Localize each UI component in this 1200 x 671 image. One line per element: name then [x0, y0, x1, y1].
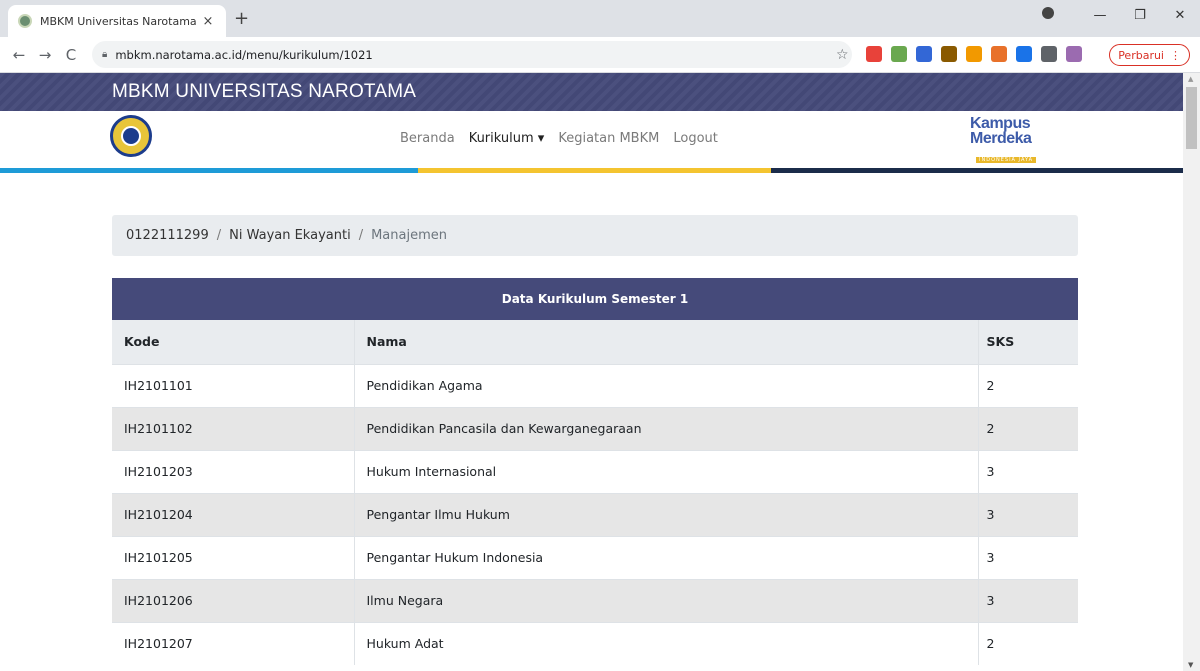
address-bar[interactable]: 🔒︎ mbkm.narotama.ac.id/menu/kurikulum/10… — [92, 41, 852, 68]
update-label: Perbarui — [1118, 48, 1164, 62]
tab-close-icon[interactable]: × — [200, 14, 216, 29]
extension-icon[interactable] — [1041, 46, 1057, 62]
header-sks: SKS — [978, 320, 1078, 365]
cell-nama: Ilmu Negara — [354, 578, 979, 622]
cell-kode: IH2101101 — [112, 363, 355, 407]
cell-nama: Pengantar Hukum Indonesia — [354, 535, 979, 579]
kampus-logo-line3: INDONESIA JAYA — [976, 157, 1037, 163]
cell-kode: IH2101102 — [112, 406, 355, 450]
tab-title: MBKM Universitas Narotama — [40, 14, 197, 28]
cell-nama: Pendidikan Pancasila dan Kewarganegaraan — [354, 406, 979, 450]
nav-logout[interactable]: Logout — [673, 131, 718, 146]
browser-tabbar: MBKM Universitas Narotama × + — ❐ ✕ — [0, 0, 1200, 37]
back-icon[interactable]: ← — [6, 46, 32, 64]
minimize-icon[interactable]: — — [1080, 8, 1120, 23]
curriculum-table: Kode Nama SKS IH2101101 Pendidikan Agama 2… — [112, 320, 1078, 665]
close-window-icon[interactable]: ✕ — [1160, 8, 1200, 23]
kampus-logo-line1: Kampus — [970, 115, 1031, 132]
breadcrumb-name[interactable]: Ni Wayan Ekayanti — [229, 228, 351, 243]
browser-tab[interactable]: MBKM Universitas Narotama × — [8, 5, 226, 37]
url-text: mbkm.narotama.ac.id/menu/kurikulum/1021 — [115, 47, 373, 62]
breadcrumb-separator: / — [216, 228, 222, 243]
page-scrollbar[interactable]: ▲ ▼ — [1183, 73, 1200, 671]
table-row: IH2101203 Hukum Internasional 3 — [112, 449, 1078, 493]
table-row: IH2101101 Pendidikan Agama 2 — [112, 363, 1078, 407]
forward-icon[interactable]: → — [32, 46, 58, 64]
reload-icon[interactable]: C — [58, 46, 84, 64]
cell-kode: IH2101203 — [112, 449, 355, 493]
cell-sks: 2 — [978, 621, 1078, 665]
extension-icon[interactable] — [866, 46, 882, 62]
nav-beranda[interactable]: Beranda — [400, 131, 455, 146]
lock-icon[interactable]: 🔒︎ — [102, 49, 107, 60]
logo-emblem-icon — [121, 126, 141, 146]
kampus-logo-line2: Merdeka — [970, 130, 1032, 147]
extension-icon[interactable] — [991, 46, 1007, 62]
extension-icon[interactable] — [966, 46, 982, 62]
breadcrumb-nim[interactable]: 0122111299 — [126, 228, 209, 243]
nav-menu: Beranda Kurikulum ▾ Kegiatan MBKM Logout — [400, 131, 718, 146]
profile-icon[interactable] — [1040, 7, 1080, 23]
cell-kode: IH2101206 — [112, 578, 355, 622]
scrollbar-thumb[interactable] — [1186, 87, 1197, 149]
cell-sks: 2 — [978, 406, 1078, 450]
stripe-segment — [0, 168, 418, 173]
table-row: IH2101102 Pendidikan Pancasila dan Kewarg… — [112, 406, 1078, 450]
extensions-area — [866, 46, 1082, 62]
extension-icon[interactable] — [1016, 46, 1032, 62]
browser-toolbar: ← → C 🔒︎ mbkm.narotama.ac.id/menu/kuriku… — [0, 37, 1200, 73]
cell-nama: Pengantar Ilmu Hukum — [354, 492, 979, 536]
restore-icon[interactable]: ❐ — [1120, 8, 1160, 23]
cell-sks: 2 — [978, 363, 1078, 407]
cell-kode: IH2101205 — [112, 535, 355, 579]
university-logo[interactable] — [110, 115, 152, 157]
window-controls: — ❐ ✕ — [1040, 0, 1200, 30]
stripe-segment — [771, 168, 1183, 173]
cell-nama: Hukum Adat — [354, 621, 979, 665]
header-nama: Nama — [354, 320, 979, 365]
table-caption: Data Kurikulum Semester 1 — [112, 278, 1078, 320]
cell-kode: IH2101207 — [112, 621, 355, 665]
breadcrumb-separator: / — [358, 228, 364, 243]
extension-icon[interactable] — [891, 46, 907, 62]
main-navbar: Beranda Kurikulum ▾ Kegiatan MBKM Logout… — [0, 111, 1183, 171]
cell-nama: Pendidikan Agama — [354, 363, 979, 407]
site-favicon-icon — [18, 14, 32, 28]
update-button[interactable]: Perbarui ⋮ — [1109, 44, 1190, 66]
nav-kegiatan-mbkm[interactable]: Kegiatan MBKM — [558, 131, 659, 146]
cell-nama: Hukum Internasional — [354, 449, 979, 493]
curriculum-table-container: Data Kurikulum Semester 1 Kode Nama SKS … — [112, 278, 1078, 665]
scroll-down-icon[interactable]: ▼ — [1188, 661, 1193, 669]
breadcrumb-current: Manajemen — [371, 228, 447, 243]
nav-kurikulum[interactable]: Kurikulum ▾ — [469, 131, 545, 146]
table-row: IH2101205 Pengantar Hukum Indonesia 3 — [112, 535, 1078, 579]
scroll-up-icon[interactable]: ▲ — [1188, 75, 1193, 83]
cell-sks: 3 — [978, 492, 1078, 536]
extension-icon[interactable] — [916, 46, 932, 62]
extension-icon[interactable] — [1066, 46, 1082, 62]
breadcrumb: 0122111299 / Ni Wayan Ekayanti / Manajem… — [112, 215, 1078, 256]
table-row: IH2101207 Hukum Adat 2 — [112, 621, 1078, 665]
brand-header: MBKM UNIVERSITAS NAROTAMA — [0, 73, 1183, 111]
bookmark-star-icon[interactable]: ☆ — [836, 47, 849, 63]
site-title[interactable]: MBKM UNIVERSITAS NAROTAMA — [112, 81, 416, 103]
stripe-segment — [418, 168, 771, 173]
table-header-row: Kode Nama SKS — [112, 320, 1078, 365]
cell-kode: IH2101204 — [112, 492, 355, 536]
table-row: IH2101206 Ilmu Negara 3 — [112, 578, 1078, 622]
cell-sks: 3 — [978, 449, 1078, 493]
color-stripe-divider — [0, 168, 1183, 173]
nav-kurikulum-label: Kurikulum — [468, 131, 534, 146]
table-row: IH2101204 Pengantar Ilmu Hukum 3 — [112, 492, 1078, 536]
cell-sks: 3 — [978, 578, 1078, 622]
cell-sks: 3 — [978, 535, 1078, 579]
extension-icon[interactable] — [941, 46, 957, 62]
header-kode: Kode — [112, 320, 355, 365]
new-tab-icon[interactable]: + — [234, 10, 249, 28]
kampus-merdeka-logo: Kampus Merdeka INDONESIA JAYA — [970, 115, 1060, 163]
more-menu-icon: ⋮ — [1170, 48, 1181, 62]
chevron-down-icon: ▾ — [537, 131, 545, 146]
